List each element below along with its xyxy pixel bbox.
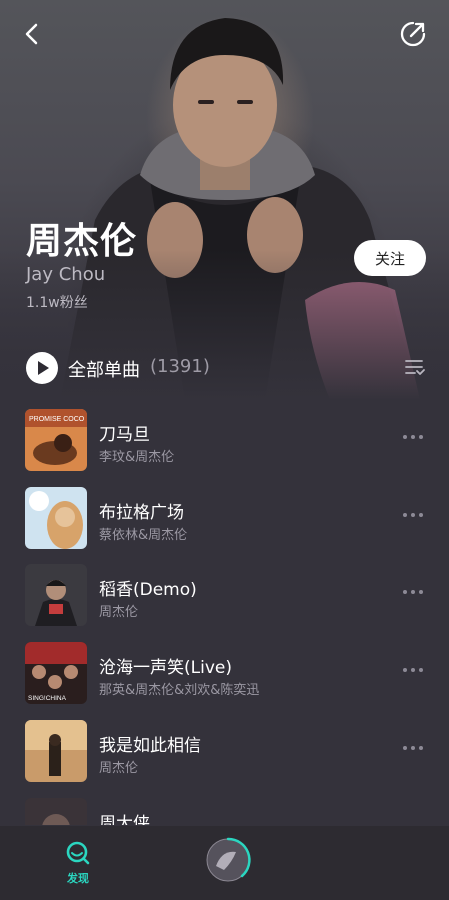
album-cover xyxy=(25,487,87,549)
album-cover: PROMISE COCO xyxy=(25,409,87,471)
song-artist: 李玟&周杰伦 xyxy=(99,450,175,465)
song-artist: 蔡依林&周杰伦 xyxy=(99,528,188,543)
album-cover xyxy=(25,798,87,825)
back-icon xyxy=(25,23,38,45)
sort-icon[interactable] xyxy=(404,358,426,378)
discover-tab[interactable]: 发现 xyxy=(58,838,98,886)
more-icon[interactable] xyxy=(403,746,425,752)
artist-english-name: Jay Chou xyxy=(26,264,106,285)
song-item[interactable]: PROMISE COCO 刀马旦 李玟&周杰伦 xyxy=(0,405,449,475)
play-icon[interactable] xyxy=(26,352,58,384)
cover-text: PROMISE COCO xyxy=(29,416,85,423)
fan-count: 1.1w粉丝 xyxy=(26,295,88,311)
discover-label: 发现 xyxy=(67,872,89,885)
song-item[interactable]: 稻香(Demo) 周杰伦 xyxy=(0,560,449,630)
song-item[interactable]: 周大侠 xyxy=(0,794,449,825)
album-cover: SING!CHINA xyxy=(25,642,87,704)
artist-name: 周杰伦 xyxy=(26,221,138,262)
song-list: PROMISE COCO 刀马旦 李玟&周杰伦 布拉格广场 蔡依林&周杰伦 稻香… xyxy=(0,405,449,825)
song-artist: 那英&周杰伦&刘欢&陈奕迅 xyxy=(99,683,260,698)
song-title: 周大侠 xyxy=(99,814,150,825)
more-icon[interactable] xyxy=(403,435,425,441)
all-songs-label: 全部单曲 xyxy=(68,360,140,381)
search-icon xyxy=(66,841,90,865)
song-item[interactable]: SING!CHINA 沧海一声笑(Live) 那英&周杰伦&刘欢&陈奕迅 xyxy=(0,638,449,708)
more-icon[interactable] xyxy=(403,513,425,519)
song-title: 刀马旦 xyxy=(99,425,150,445)
song-artist: 周杰伦 xyxy=(99,605,139,620)
album-cover xyxy=(25,720,87,782)
now-playing-disc-icon xyxy=(206,837,251,882)
more-icon[interactable] xyxy=(403,590,425,596)
song-title: 稻香(Demo) xyxy=(99,580,197,600)
song-title: 我是如此相信 xyxy=(99,736,201,756)
share-icon xyxy=(400,21,426,47)
back-button[interactable] xyxy=(16,18,48,50)
song-artist: 周杰伦 xyxy=(99,761,139,776)
follow-button[interactable]: 关注 xyxy=(354,240,426,276)
song-title: 布拉格广场 xyxy=(99,503,184,523)
artist-hero-image xyxy=(0,0,449,400)
song-title: 沧海一声笑(Live) xyxy=(99,658,232,678)
all-songs-count: (1391) xyxy=(150,356,210,377)
share-button[interactable] xyxy=(397,18,429,50)
bottom-nav: 发现 xyxy=(0,826,449,900)
more-icon[interactable] xyxy=(403,668,425,674)
cover-text: SING!CHINA xyxy=(28,695,67,702)
album-cover xyxy=(25,564,87,626)
play-all-row[interactable]: 全部单曲 (1391) xyxy=(26,352,426,386)
now-playing-button[interactable] xyxy=(204,836,252,884)
song-item[interactable]: 我是如此相信 周杰伦 xyxy=(0,716,449,786)
song-item[interactable]: 布拉格广场 蔡依林&周杰伦 xyxy=(0,483,449,553)
